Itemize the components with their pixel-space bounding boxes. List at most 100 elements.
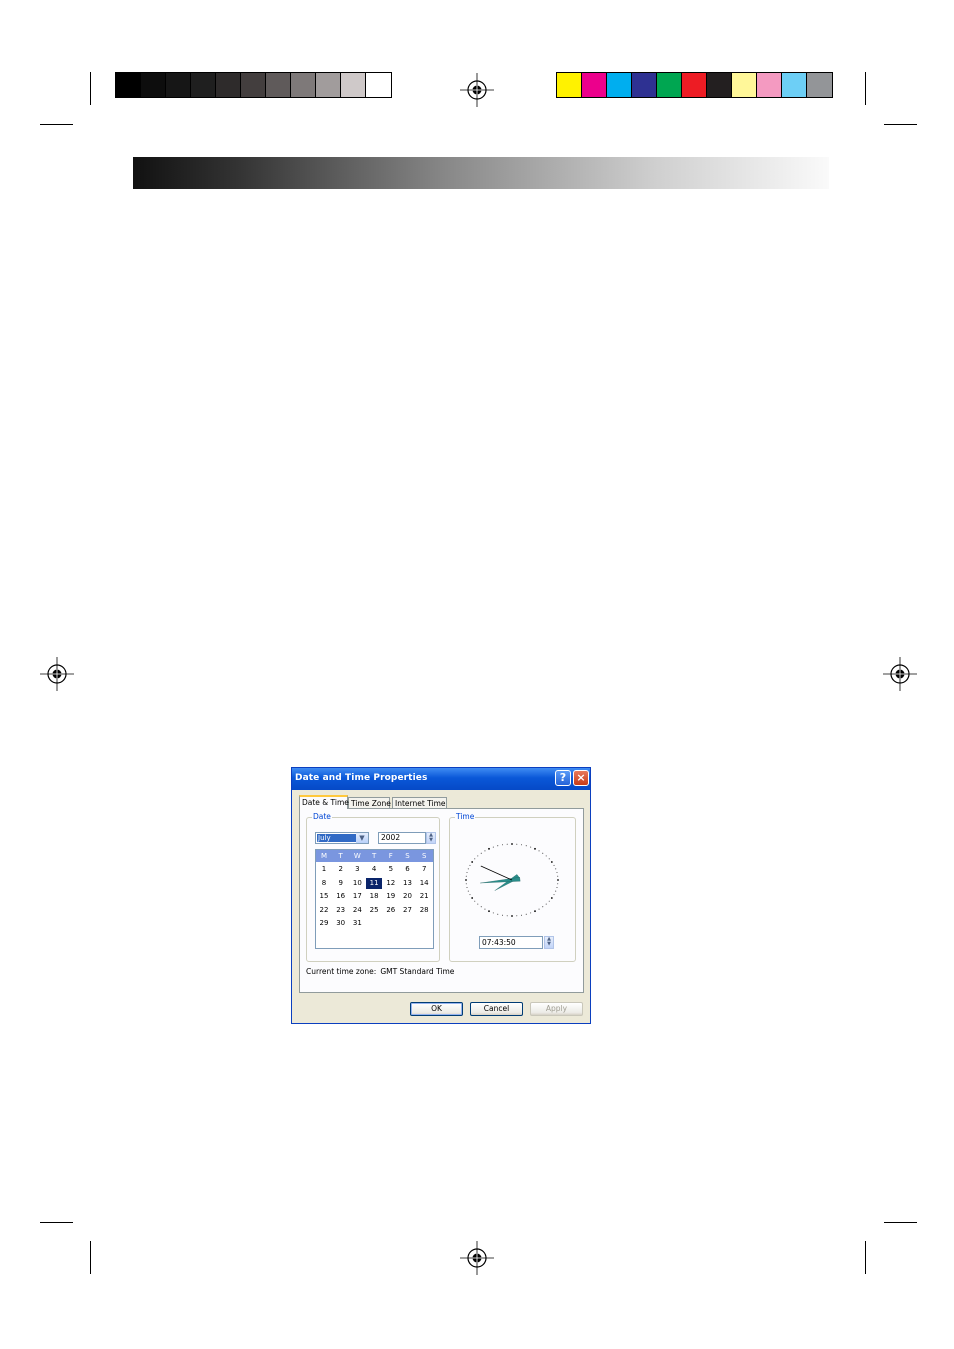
- calendar-day[interactable]: 13: [400, 878, 416, 889]
- calendar-day[interactable]: 31: [349, 918, 365, 929]
- clock-tick: [538, 908, 540, 910]
- chevron-down-icon[interactable]: ▼: [356, 833, 368, 843]
- crop-mark: [865, 72, 866, 105]
- help-button[interactable]: ?: [555, 770, 571, 786]
- time-zone-value: GMT Standard Time: [380, 967, 455, 976]
- weekday-header: S: [421, 852, 427, 860]
- crop-mark: [40, 1222, 73, 1223]
- calendar-day[interactable]: 4: [366, 864, 382, 875]
- gray-swatch: [116, 73, 141, 97]
- clock-tick: [497, 845, 499, 847]
- calendar-day[interactable]: 26: [383, 905, 399, 916]
- ok-button[interactable]: OK: [410, 1002, 463, 1016]
- calendar-day[interactable]: 16: [333, 891, 349, 902]
- calendar-day[interactable]: 14: [416, 878, 432, 889]
- dialog-title: Date and Time Properties: [295, 773, 428, 783]
- calendar-day[interactable]: 10: [349, 878, 365, 889]
- clock-tick: [557, 879, 559, 881]
- clock-tick: [488, 910, 490, 913]
- clock-tick: [530, 912, 532, 914]
- clock-tick: [556, 887, 558, 888]
- clock-tick: [550, 897, 553, 899]
- calendar-day[interactable]: 5: [383, 864, 399, 875]
- weekday-header: T: [338, 852, 343, 860]
- calendar-day[interactable]: 2: [333, 864, 349, 875]
- time-input[interactable]: 07:43:50: [479, 936, 543, 949]
- clock-tick: [471, 897, 474, 899]
- date-group: Date July ▼ 2002 ▲ ▼ MTWTFSS 1 2 3 4 5 6 7 8 9 10…: [306, 812, 440, 962]
- date-group-label: Date: [312, 812, 332, 821]
- calendar-day[interactable]: 23: [333, 905, 349, 916]
- clock-second-hand: [480, 865, 513, 881]
- calendar-day[interactable]: 25: [366, 905, 382, 916]
- tab-date-time[interactable]: Date & Time: [299, 795, 349, 809]
- clock-tick: [465, 883, 467, 885]
- calendar-day[interactable]: 6: [400, 864, 416, 875]
- crop-mark: [884, 1222, 917, 1223]
- clock-tick: [506, 915, 508, 917]
- clock-tick: [557, 875, 559, 877]
- dialog-titlebar[interactable]: Date and Time Properties ? ×: [292, 768, 590, 790]
- section-header-bar: [133, 157, 829, 189]
- calendar-day[interactable]: 1: [316, 864, 332, 875]
- cancel-button[interactable]: Cancel: [470, 1002, 523, 1016]
- close-button[interactable]: ×: [573, 770, 589, 786]
- calendar-day[interactable]: 30: [333, 918, 349, 929]
- month-calendar[interactable]: MTWTFSS 1 2 3 4 5 6 7 8 9 10 11 12 13 14 15 16 17 18 19 20 2…: [315, 849, 434, 949]
- calendar-day[interactable]: 18: [366, 891, 382, 902]
- apply-button[interactable]: Apply: [530, 1002, 583, 1016]
- calendar-day-selected[interactable]: 11: [366, 877, 383, 889]
- time-spinner[interactable]: ▲ ▼: [544, 936, 554, 949]
- clock-tick: [484, 850, 486, 852]
- clock-tick: [492, 846, 494, 848]
- calendar-day[interactable]: 12: [383, 878, 399, 889]
- analog-clock: [465, 843, 559, 917]
- clock-tick: [474, 900, 476, 902]
- spin-down-icon[interactable]: ▼: [545, 942, 553, 947]
- calendar-day[interactable]: 29: [316, 918, 332, 929]
- crop-mark: [884, 124, 917, 125]
- calendar-day[interactable]: 21: [416, 891, 432, 902]
- crop-mark: [90, 1241, 91, 1274]
- weekday-header: T: [371, 852, 377, 860]
- clock-tick: [521, 914, 523, 916]
- color-swatch: [732, 73, 757, 97]
- color-calibration-strip: [556, 72, 833, 98]
- gray-swatch: [141, 73, 166, 97]
- calendar-day[interactable]: 27: [400, 905, 416, 916]
- calendar-day[interactable]: 17: [349, 891, 365, 902]
- calendar-day[interactable]: 24: [349, 905, 365, 916]
- clock-tick: [553, 864, 555, 866]
- spin-down-icon[interactable]: ▼: [427, 838, 435, 843]
- year-spinner[interactable]: ▲ ▼: [426, 832, 436, 844]
- clock-tick: [511, 915, 513, 917]
- clock-minute-hand: [480, 877, 521, 884]
- calendar-day[interactable]: 20: [400, 891, 416, 902]
- crop-mark: [90, 72, 91, 105]
- calendar-day[interactable]: 19: [383, 891, 399, 902]
- clock-tick: [542, 906, 544, 908]
- gray-swatch: [216, 73, 241, 97]
- clock-tick: [465, 879, 467, 881]
- calendar-day[interactable]: 3: [349, 864, 365, 875]
- clock-tick: [469, 894, 471, 896]
- calendar-day[interactable]: 9: [333, 878, 349, 889]
- calendar-day[interactable]: 22: [316, 905, 332, 916]
- calendar-day[interactable]: 15: [316, 891, 332, 902]
- color-swatch: [582, 73, 607, 97]
- month-dropdown[interactable]: July ▼: [315, 832, 369, 844]
- clock-tick: [492, 912, 494, 914]
- registration-mark-icon: [883, 657, 917, 691]
- year-input[interactable]: 2002: [378, 832, 426, 844]
- clock-tick: [477, 855, 479, 857]
- crop-mark: [40, 124, 73, 125]
- clock-tick: [548, 858, 550, 860]
- calendar-day[interactable]: 28: [416, 905, 432, 916]
- calendar-day[interactable]: 7: [416, 864, 432, 875]
- clock-tick: [467, 890, 469, 892]
- registration-mark-icon: [40, 657, 74, 691]
- clock-tick: [548, 900, 550, 902]
- date-time-properties-dialog: Date and Time Properties ? × Date & Time…: [291, 767, 591, 1024]
- clock-tick: [542, 852, 544, 854]
- calendar-day[interactable]: 8: [316, 878, 332, 889]
